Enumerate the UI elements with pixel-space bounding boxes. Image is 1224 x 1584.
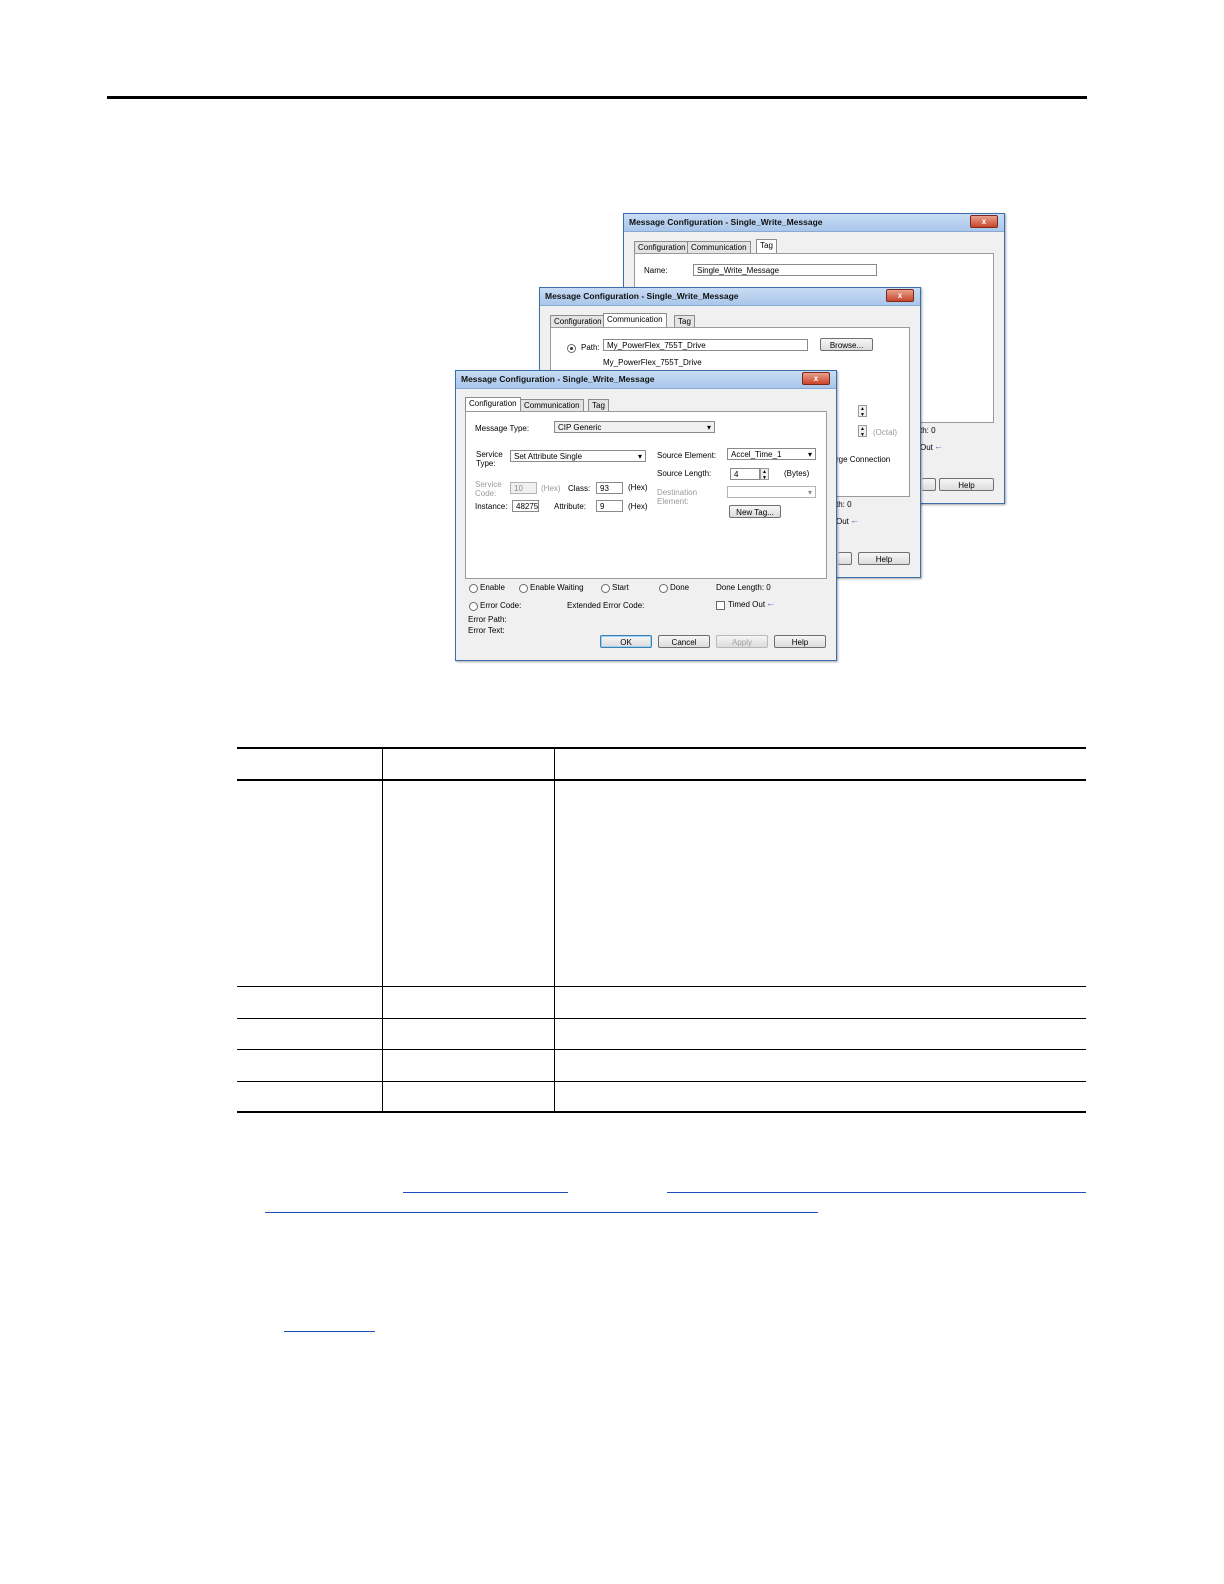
dialog-title: Message Configuration - Single_Write_Mes… bbox=[461, 374, 655, 384]
done-length-label: th: 0 bbox=[836, 500, 852, 509]
service-code-hex-label: (Hex) bbox=[541, 484, 561, 493]
message-type-select[interactable]: CIP Generic bbox=[554, 421, 715, 433]
error-text-label: Error Text: bbox=[468, 626, 505, 635]
done-indicator bbox=[659, 584, 668, 593]
done-length-label: Done Length: 0 bbox=[716, 583, 771, 592]
timed-out-label: Timed Out bbox=[728, 600, 766, 609]
enable-label: Enable bbox=[480, 583, 505, 592]
link-underline[interactable] bbox=[667, 1192, 1086, 1193]
table-row-rule bbox=[237, 1081, 1086, 1082]
arrow-icon: ← bbox=[934, 441, 943, 451]
start-label: Start bbox=[612, 583, 629, 592]
class-label: Class: bbox=[568, 484, 591, 493]
close-icon[interactable]: x bbox=[970, 215, 998, 228]
name-field[interactable]: Single_Write_Message bbox=[693, 264, 877, 276]
source-element-select[interactable]: Accel_Time_1 bbox=[727, 448, 816, 460]
table-column-divider bbox=[554, 747, 555, 1113]
source-length-label: Source Length: bbox=[657, 469, 712, 478]
path-label: Path: bbox=[581, 343, 600, 352]
help-button[interactable]: Help bbox=[858, 552, 910, 565]
service-type-select[interactable]: Set Attribute Single bbox=[510, 450, 646, 462]
partial-button[interactable] bbox=[838, 552, 852, 565]
close-icon[interactable]: x bbox=[802, 372, 830, 385]
header-rule bbox=[107, 96, 1087, 99]
link-underline[interactable] bbox=[403, 1192, 568, 1193]
browse-button[interactable]: Browse... bbox=[820, 338, 873, 351]
spinner[interactable]: ▲ ▼ bbox=[858, 425, 867, 438]
attribute-field[interactable]: 9 bbox=[596, 500, 623, 512]
enable-waiting-label: Enable Waiting bbox=[530, 583, 584, 592]
close-icon[interactable]: x bbox=[886, 289, 914, 302]
service-type-label-2: Type: bbox=[476, 459, 496, 468]
table-row-rule bbox=[237, 986, 1086, 987]
path-radio[interactable] bbox=[567, 344, 576, 353]
destination-label-2: Element: bbox=[657, 497, 689, 506]
timed-out-label: Out bbox=[836, 517, 849, 526]
link-underline[interactable] bbox=[284, 1331, 375, 1332]
bytes-label: (Bytes) bbox=[784, 469, 810, 478]
tab-communication[interactable]: Communication bbox=[603, 313, 667, 328]
tab-tag[interactable]: Tag bbox=[756, 239, 777, 254]
enable-indicator bbox=[469, 584, 478, 593]
dialog-configuration-tab: Message Configuration - Single_Write_Mes… bbox=[455, 370, 837, 661]
done-label: Done bbox=[670, 583, 690, 592]
service-code-label-1: Service bbox=[475, 480, 502, 489]
message-type-label: Message Type: bbox=[475, 424, 530, 433]
timed-out-checkbox[interactable] bbox=[716, 601, 725, 610]
class-field[interactable]: 93 bbox=[596, 482, 623, 494]
service-code-field[interactable]: 10 bbox=[510, 482, 537, 494]
table-column-divider bbox=[382, 747, 383, 1113]
table-top-rule bbox=[237, 747, 1086, 749]
path-field[interactable]: My_PowerFlex_755T_Drive bbox=[603, 339, 808, 351]
instance-field[interactable]: 48275 bbox=[512, 500, 539, 512]
error-code-indicator bbox=[469, 602, 478, 611]
resolved-path: My_PowerFlex_755T_Drive bbox=[603, 358, 702, 367]
table-row-rule bbox=[237, 1049, 1086, 1050]
source-element-label: Source Element: bbox=[657, 451, 717, 460]
start-indicator bbox=[601, 584, 610, 593]
name-label: Name: bbox=[644, 266, 668, 275]
attribute-hex-label: (Hex) bbox=[628, 502, 648, 511]
new-tag-button[interactable]: New Tag... bbox=[729, 505, 781, 518]
error-path-label: Error Path: bbox=[468, 615, 507, 624]
ok-button[interactable]: OK bbox=[600, 635, 652, 648]
dialog-title: Message Configuration - Single_Write_Mes… bbox=[545, 291, 739, 301]
attribute-label: Attribute: bbox=[554, 502, 587, 511]
source-length-field[interactable]: 4 bbox=[730, 468, 760, 480]
octal-label: (Octal) bbox=[873, 428, 897, 437]
partial-button[interactable] bbox=[922, 478, 936, 491]
table-row-rule bbox=[237, 1018, 1086, 1019]
service-type-label-1: Service bbox=[476, 450, 503, 459]
class-hex-label: (Hex) bbox=[628, 483, 648, 492]
arrow-icon: ← bbox=[766, 598, 775, 608]
source-length-spinner[interactable]: ▲ ▼ bbox=[760, 468, 769, 481]
destination-label-1: Destination bbox=[657, 488, 698, 497]
instance-label: Instance: bbox=[475, 502, 508, 511]
extended-error-code-label: Extended Error Code: bbox=[567, 601, 645, 610]
spinner[interactable]: ▲ ▼ bbox=[858, 405, 867, 418]
done-length-label: th: 0 bbox=[920, 426, 936, 435]
title-bar: Message Configuration - Single_Write_Mes… bbox=[456, 371, 836, 389]
cancel-button[interactable]: Cancel bbox=[658, 635, 710, 648]
arrow-icon: ← bbox=[850, 515, 859, 525]
title-bar: Message Configuration - Single_Write_Mes… bbox=[540, 288, 920, 306]
tab-configuration[interactable]: Configuration bbox=[465, 397, 521, 412]
parameter-table bbox=[237, 747, 1086, 1113]
apply-button[interactable]: Apply bbox=[716, 635, 768, 648]
dialog-title: Message Configuration - Single_Write_Mes… bbox=[629, 217, 823, 227]
timed-out-label: Out bbox=[920, 443, 933, 452]
large-connection-label: rge Connection bbox=[836, 455, 891, 464]
title-bar: Message Configuration - Single_Write_Mes… bbox=[624, 214, 1004, 232]
table-bottom-rule bbox=[237, 1111, 1086, 1113]
enable-waiting-indicator bbox=[519, 584, 528, 593]
table-header-rule bbox=[237, 779, 1086, 781]
destination-element-select[interactable] bbox=[727, 486, 816, 498]
link-underline[interactable] bbox=[265, 1212, 818, 1213]
help-button[interactable]: Help bbox=[939, 478, 994, 491]
help-button[interactable]: Help bbox=[774, 635, 826, 648]
error-code-label: Error Code: bbox=[480, 601, 522, 610]
service-code-label-2: Code: bbox=[475, 489, 497, 498]
